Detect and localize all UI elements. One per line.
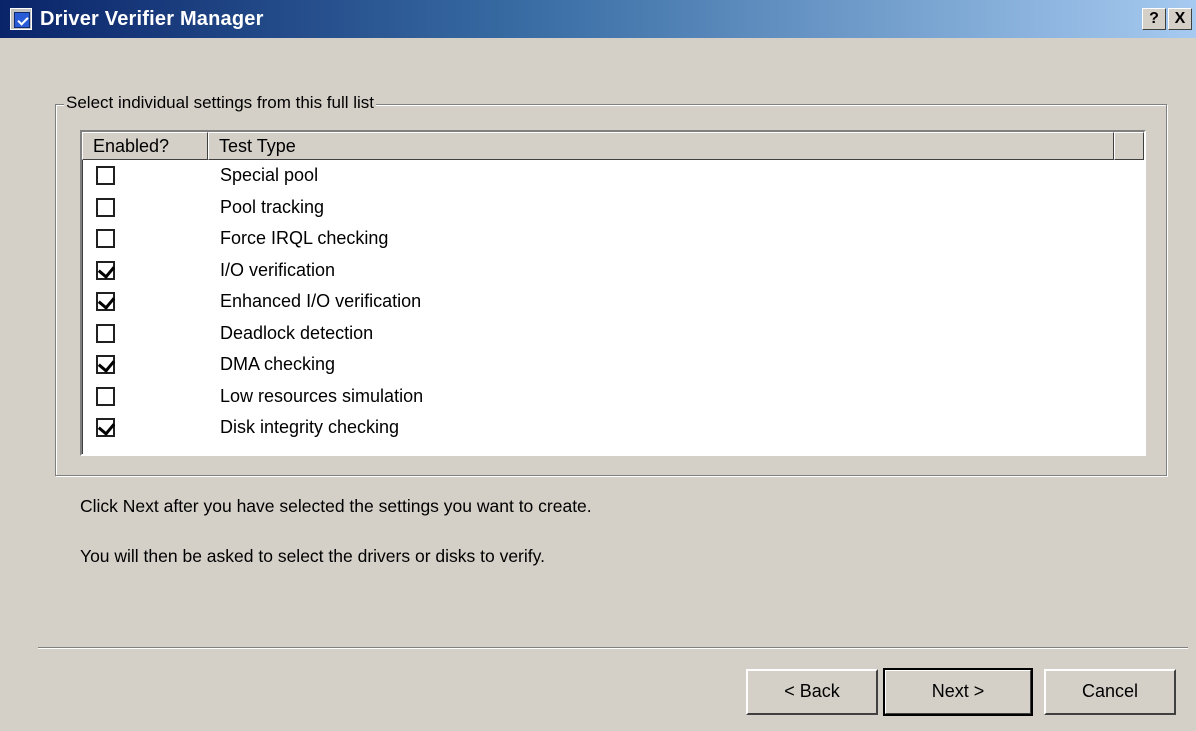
enabled-cell	[82, 355, 208, 375]
list-item[interactable]: Enhanced I/O verification	[82, 286, 1144, 318]
column-header-test-type[interactable]: Test Type	[208, 132, 1114, 160]
test-type-label: Disk integrity checking	[220, 417, 400, 438]
test-type-label: DMA checking	[220, 354, 336, 375]
test-type-label: Deadlock detection	[220, 322, 374, 343]
settings-listview[interactable]: Enabled? Test Type Special pool Pool trac…	[80, 130, 1146, 456]
list-item[interactable]: DMA checking	[82, 349, 1144, 381]
back-button[interactable]: < Back	[746, 669, 878, 715]
checkbox-unchecked[interactable]	[96, 386, 115, 406]
instruction-text-drivers: You will then be asked to select the dri…	[80, 546, 545, 566]
enabled-cell	[82, 292, 208, 312]
title-bar[interactable]: Driver Verifier Manager ? X	[0, 0, 1196, 38]
checkbox-unchecked[interactable]	[96, 229, 115, 249]
checkbox-checked[interactable]	[96, 260, 115, 280]
help-button[interactable]: ?	[1142, 8, 1166, 30]
enabled-cell	[82, 386, 208, 406]
checkbox-checked[interactable]	[96, 418, 115, 438]
title-buttons: ? X	[1142, 8, 1192, 30]
driver-verifier-app-icon	[10, 8, 32, 30]
test-type-label: Special pool	[220, 165, 319, 186]
listview-rows: Special pool Pool tracking Force IRQL chec…	[82, 160, 1144, 444]
enabled-cell	[82, 260, 208, 280]
test-type-label: Low resources simulation	[220, 385, 424, 406]
checkbox-checked[interactable]	[96, 292, 115, 312]
enabled-cell	[82, 166, 208, 186]
column-header-filler	[1114, 132, 1144, 160]
listview-header: Enabled? Test Type	[82, 132, 1144, 160]
list-item[interactable]: Force IRQL checking	[82, 223, 1144, 255]
test-type-label: I/O verification	[220, 259, 336, 280]
instruction-text-next: Click Next after you have selected the s…	[80, 496, 592, 516]
list-item[interactable]: Pool tracking	[82, 192, 1144, 224]
list-item[interactable]: I/O verification	[82, 255, 1144, 287]
list-item[interactable]: Low resources simulation	[82, 381, 1144, 413]
list-item[interactable]: Disk integrity checking	[82, 412, 1144, 444]
test-type-label: Force IRQL checking	[220, 228, 389, 249]
checkbox-unchecked[interactable]	[96, 197, 115, 217]
enabled-cell	[82, 418, 208, 438]
footer-separator	[38, 647, 1188, 649]
enabled-cell	[82, 323, 208, 343]
enabled-cell	[82, 197, 208, 217]
checkbox-checked[interactable]	[96, 355, 115, 375]
column-header-enabled[interactable]: Enabled?	[82, 132, 208, 160]
list-item[interactable]: Special pool	[82, 160, 1144, 192]
list-item[interactable]: Deadlock detection	[82, 318, 1144, 350]
test-type-label: Enhanced I/O verification	[220, 291, 422, 312]
window-title: Driver Verifier Manager	[40, 7, 264, 30]
checkbox-unchecked[interactable]	[96, 323, 115, 343]
test-type-label: Pool tracking	[220, 196, 325, 217]
close-button[interactable]: X	[1168, 8, 1192, 30]
groupbox-legend: Select individual settings from this ful…	[64, 93, 377, 113]
next-button[interactable]: Next >	[883, 668, 1033, 716]
enabled-cell	[82, 229, 208, 249]
cancel-button[interactable]: Cancel	[1044, 669, 1176, 715]
checkbox-unchecked[interactable]	[96, 166, 115, 186]
